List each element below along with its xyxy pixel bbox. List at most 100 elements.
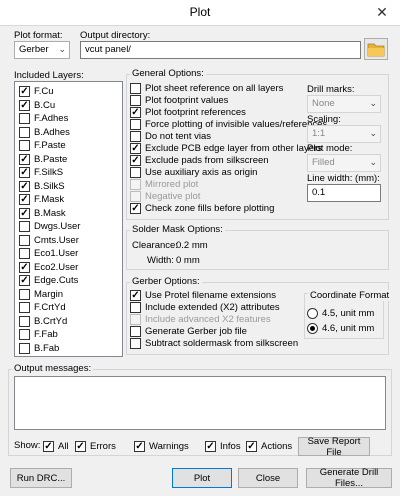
checkbox-row[interactable]: Plot sheet reference on all layers bbox=[130, 82, 308, 94]
scaling-dropdown[interactable]: 1:1 ⌄ bbox=[307, 125, 381, 143]
checkbox-row[interactable]: Cmts.User bbox=[19, 234, 118, 248]
checkbox-unchecked[interactable] bbox=[19, 288, 30, 300]
checkbox-row[interactable]: ✓ B.Cu bbox=[19, 99, 118, 113]
show-filter-warnings[interactable]: ✓ Warnings bbox=[134, 439, 189, 453]
show-filter-errors[interactable]: ✓ Errors bbox=[75, 439, 116, 453]
checkbox-unchecked[interactable] bbox=[130, 82, 141, 94]
checkbox-row[interactable]: ✓ Plot footprint references bbox=[130, 106, 308, 118]
checkbox-row[interactable]: Dwgs.User bbox=[19, 220, 118, 234]
checkbox-row[interactable]: Margin bbox=[19, 288, 118, 302]
checkbox-unchecked[interactable] bbox=[19, 140, 30, 152]
checkbox-checked[interactable]: ✓ bbox=[134, 440, 145, 452]
coordinate-format-radio[interactable]: 4.6, unit mm bbox=[307, 321, 374, 336]
checkbox-unchecked[interactable] bbox=[130, 178, 141, 190]
checkbox-checked[interactable]: ✓ bbox=[205, 440, 216, 452]
plot-format-dropdown[interactable]: Gerber ⌄ bbox=[14, 41, 70, 59]
checkbox-unchecked[interactable] bbox=[19, 221, 30, 233]
checkbox-row[interactable]: Mirrored plot bbox=[130, 178, 308, 190]
checkbox-checked[interactable]: ✓ bbox=[19, 194, 30, 206]
radio-selected[interactable] bbox=[307, 323, 318, 334]
checkbox-row[interactable]: B.Adhes bbox=[19, 126, 118, 140]
checkbox-row[interactable]: Generate Gerber job file bbox=[130, 325, 308, 337]
checkbox-row[interactable]: ✓ F.SilkS bbox=[19, 166, 118, 180]
checkbox-checked[interactable]: ✓ bbox=[19, 153, 30, 165]
output-messages-box[interactable] bbox=[14, 376, 386, 430]
checkbox-row[interactable]: ✓ F.Mask bbox=[19, 193, 118, 207]
checkbox-row[interactable]: B.CrtYd bbox=[19, 315, 118, 329]
checkbox-row[interactable]: Negative plot bbox=[130, 190, 308, 202]
checkbox-unchecked[interactable] bbox=[130, 325, 141, 337]
checkbox-checked[interactable]: ✓ bbox=[130, 154, 141, 166]
show-filter-all[interactable]: ✓ All bbox=[43, 439, 69, 453]
checkbox-unchecked[interactable] bbox=[19, 342, 30, 354]
line-width-input[interactable]: 0.1 bbox=[307, 184, 381, 202]
checkbox-row[interactable]: ✓ B.Mask bbox=[19, 207, 118, 221]
checkbox-unchecked[interactable] bbox=[130, 94, 141, 106]
close-icon[interactable]: ✕ bbox=[371, 2, 393, 22]
checkbox-unchecked[interactable] bbox=[130, 337, 141, 349]
checkbox-row[interactable]: Include extended (X2) attributes bbox=[130, 301, 308, 313]
checkbox-unchecked[interactable] bbox=[19, 329, 30, 341]
checkbox-row[interactable]: B.Fab bbox=[19, 342, 118, 356]
checkbox-row[interactable]: ✓ Check zone fills before plotting bbox=[130, 202, 308, 214]
checkbox-unchecked[interactable] bbox=[19, 315, 30, 327]
checkbox-checked[interactable]: ✓ bbox=[19, 99, 30, 111]
checkbox-unchecked[interactable] bbox=[130, 301, 141, 313]
plot-mode-dropdown[interactable]: Filled ⌄ bbox=[307, 154, 381, 172]
checkbox-row[interactable]: ✓ Eco2.User bbox=[19, 261, 118, 275]
radio-unselected[interactable] bbox=[307, 308, 318, 319]
checkbox-checked[interactable]: ✓ bbox=[19, 180, 30, 192]
checkbox-checked[interactable]: ✓ bbox=[130, 202, 141, 214]
checkbox-checked[interactable]: ✓ bbox=[75, 440, 86, 452]
checkbox-row[interactable]: ✓ Use Protel filename extensions bbox=[130, 289, 308, 301]
checkbox-unchecked[interactable] bbox=[19, 248, 30, 260]
run-drc-button[interactable]: Run DRC... bbox=[10, 468, 72, 488]
checkbox-row[interactable]: Force plotting of invisible values/refer… bbox=[130, 118, 327, 130]
checkbox-unchecked[interactable] bbox=[130, 166, 141, 178]
checkbox-unchecked[interactable] bbox=[19, 126, 30, 138]
plot-button[interactable]: Plot bbox=[172, 468, 232, 488]
checkbox-checked[interactable]: ✓ bbox=[19, 207, 30, 219]
checkbox-row[interactable]: ✓ B.Paste bbox=[19, 153, 118, 167]
checkbox-row[interactable]: Use auxiliary axis as origin bbox=[130, 166, 308, 178]
checkbox-row[interactable]: Subtract soldermask from silkscreen bbox=[130, 337, 308, 349]
browse-folder-button[interactable] bbox=[364, 38, 388, 60]
checkbox-unchecked[interactable] bbox=[130, 130, 141, 142]
checkbox-checked[interactable]: ✓ bbox=[130, 142, 141, 154]
checkbox-unchecked[interactable] bbox=[130, 313, 141, 325]
checkbox-row[interactable]: F.Adhes bbox=[19, 112, 118, 126]
checkbox-row[interactable]: ✓ F.Cu bbox=[19, 85, 118, 99]
checkbox-checked[interactable]: ✓ bbox=[19, 167, 30, 179]
checkbox-row[interactable]: Eco1.User bbox=[19, 247, 118, 261]
show-filter-infos[interactable]: ✓ Infos bbox=[205, 439, 241, 453]
show-filter-actions[interactable]: ✓ Actions bbox=[246, 439, 292, 453]
checkbox-unchecked[interactable] bbox=[130, 118, 141, 130]
checkbox-unchecked[interactable] bbox=[19, 234, 30, 246]
coordinate-format-radio[interactable]: 4.5, unit mm bbox=[307, 306, 374, 321]
checkbox-checked[interactable]: ✓ bbox=[43, 440, 54, 452]
checkbox-checked[interactable]: ✓ bbox=[19, 261, 30, 273]
checkbox-unchecked[interactable] bbox=[19, 113, 30, 125]
checkbox-row[interactable]: F.Paste bbox=[19, 139, 118, 153]
output-directory-input[interactable]: vcut panel/ bbox=[80, 41, 361, 59]
drill-marks-dropdown[interactable]: None ⌄ bbox=[307, 95, 381, 113]
checkbox-unchecked[interactable] bbox=[19, 302, 30, 314]
checkbox-row[interactable]: F.Fab bbox=[19, 328, 118, 342]
checkbox-checked[interactable]: ✓ bbox=[246, 440, 257, 452]
checkbox-checked[interactable]: ✓ bbox=[19, 275, 30, 287]
checkbox-row[interactable]: ✓ B.SilkS bbox=[19, 180, 118, 194]
save-report-button[interactable]: Save Report File bbox=[298, 436, 370, 458]
checkbox-row[interactable]: Include advanced X2 features bbox=[130, 313, 308, 325]
generate-drill-files-button[interactable]: Generate Drill Files... bbox=[306, 467, 392, 489]
checkbox-row[interactable]: Do not tent vias bbox=[130, 130, 308, 142]
checkbox-row[interactable]: ✓ Exclude PCB edge layer from other layer… bbox=[130, 142, 322, 154]
checkbox-checked[interactable]: ✓ bbox=[130, 289, 141, 301]
checkbox-unchecked[interactable] bbox=[130, 190, 141, 202]
checkbox-row[interactable]: ✓ Edge.Cuts bbox=[19, 274, 118, 288]
layers-list[interactable]: ✓ F.Cu ✓ B.Cu F.Adhes B.Adhes F.Paste ✓ B.Paste ✓… bbox=[14, 81, 123, 357]
checkbox-row[interactable]: Plot footprint values bbox=[130, 94, 308, 106]
close-button[interactable]: Close bbox=[238, 468, 298, 488]
checkbox-row[interactable]: F.CrtYd bbox=[19, 301, 118, 315]
checkbox-row[interactable]: ✓ Exclude pads from silkscreen bbox=[130, 154, 308, 166]
checkbox-checked[interactable]: ✓ bbox=[19, 86, 30, 98]
